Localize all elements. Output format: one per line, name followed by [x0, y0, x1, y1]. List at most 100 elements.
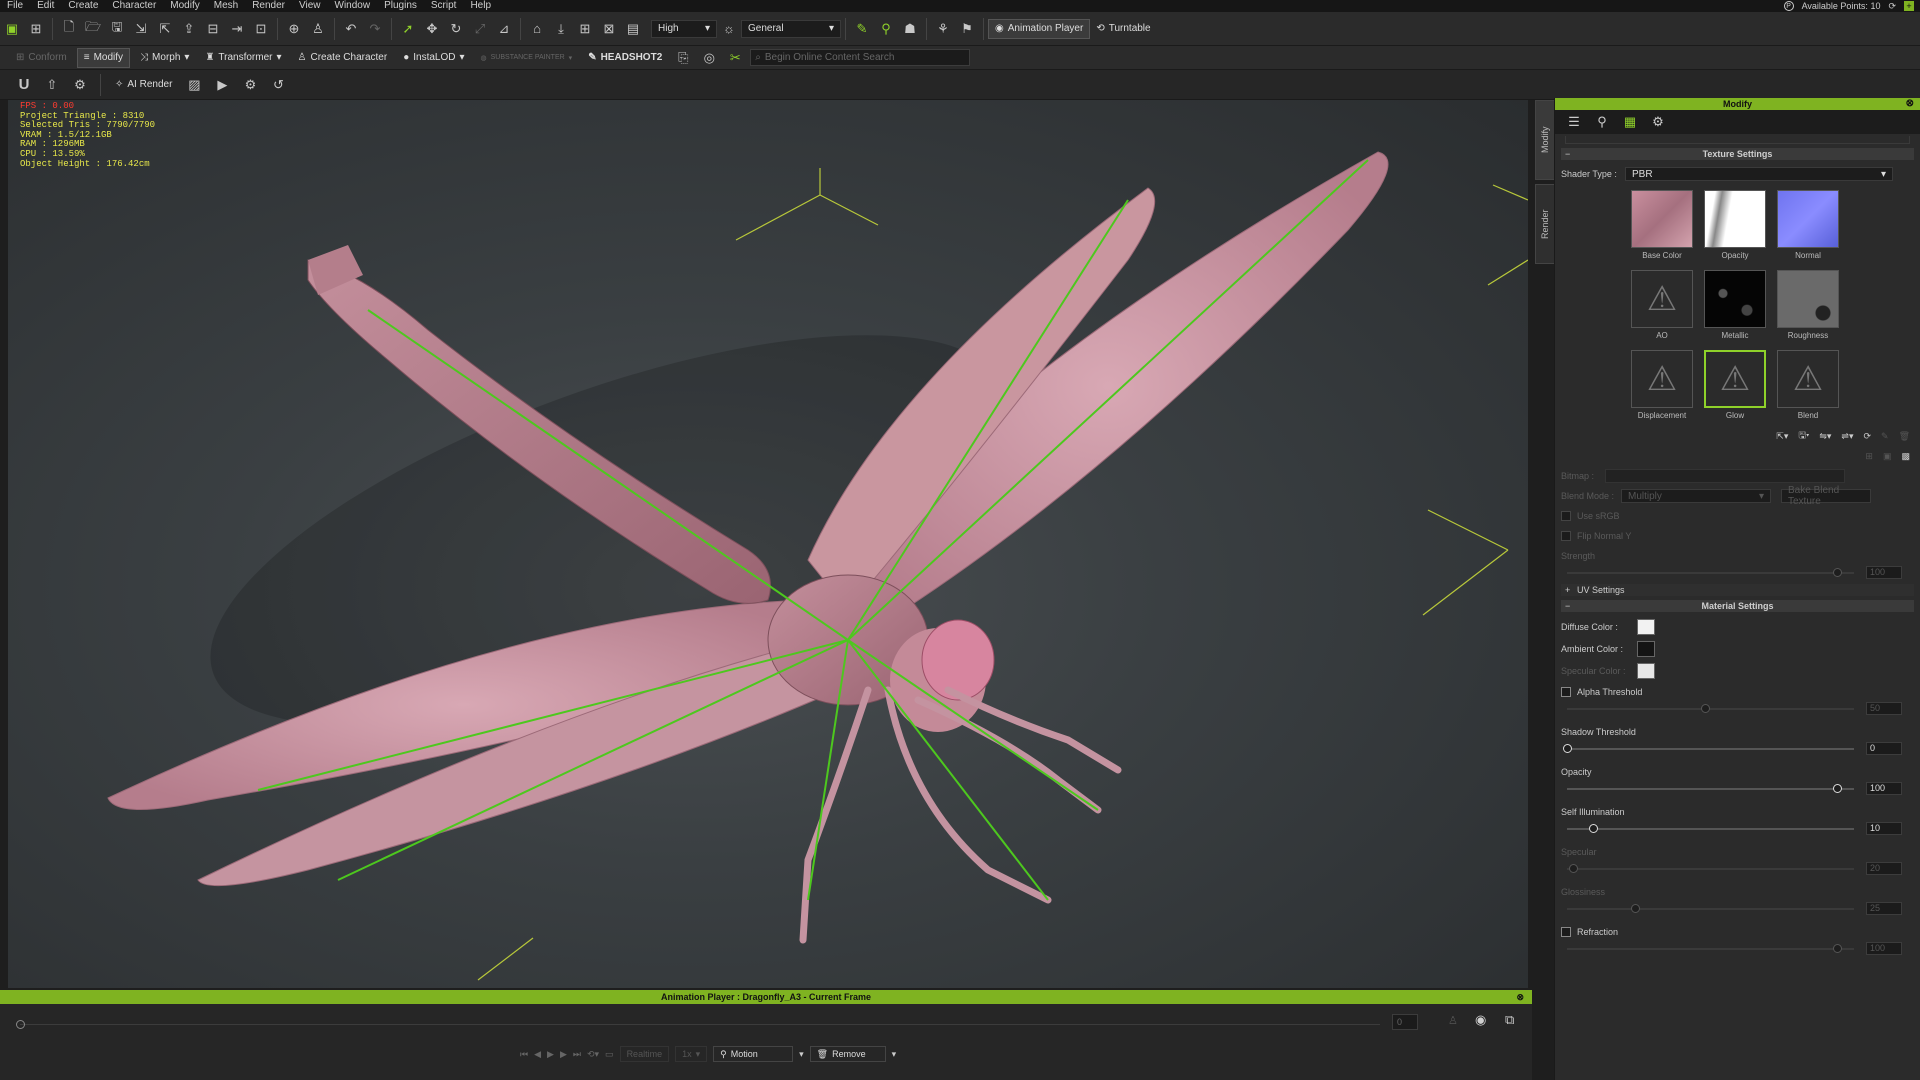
- speed-dropdown[interactable]: 1x ▾: [675, 1046, 708, 1062]
- step-back-icon[interactable]: ◀: [534, 1049, 541, 1060]
- delete-icon[interactable]: 🗑: [1899, 431, 1910, 442]
- bake-blend-button[interactable]: Bake Blend Texture: [1781, 485, 1871, 507]
- refresh-icon[interactable]: ⟳: [1888, 1, 1896, 12]
- history-icon[interactable]: ↺: [266, 73, 290, 97]
- tab-render[interactable]: Render: [1535, 184, 1555, 264]
- preview-icon[interactable]: ▣: [1883, 451, 1892, 462]
- skip-start-icon[interactable]: ⏮: [520, 1049, 528, 1060]
- image-icon[interactable]: ▨: [182, 73, 206, 97]
- menu-file[interactable]: File: [0, 0, 30, 12]
- use-srgb-checkbox[interactable]: [1561, 511, 1571, 521]
- instalod-button[interactable]: ● InstaLOD ▾: [397, 48, 470, 68]
- fit-icon[interactable]: ⊠: [597, 17, 621, 41]
- slider-knob[interactable]: [1833, 784, 1842, 793]
- texture-slot-ao[interactable]: ⚠ AO: [1631, 270, 1693, 340]
- share-icon[interactable]: ⇌▾: [1841, 431, 1853, 442]
- specular-slider[interactable]: 20: [1561, 862, 1914, 876]
- animation-player-button[interactable]: ◉ Animation Player: [988, 18, 1091, 39]
- diffuse-color-swatch[interactable]: [1637, 619, 1655, 635]
- undo-icon[interactable]: ↶: [339, 17, 363, 41]
- chevron-down-icon[interactable]: ▾: [892, 1049, 897, 1060]
- person-icon[interactable]: ♙: [1448, 1014, 1458, 1027]
- create-character-button[interactable]: ♙ Create Character: [292, 48, 394, 68]
- menu-window[interactable]: Window: [328, 0, 378, 12]
- send-icon[interactable]: ⇥: [225, 17, 249, 41]
- slider-knob[interactable]: [1631, 904, 1640, 913]
- edit-icon[interactable]: ✎: [1881, 431, 1889, 442]
- menu-character[interactable]: Character: [105, 0, 163, 12]
- specular-color-swatch[interactable]: [1637, 663, 1655, 679]
- timeline-track[interactable]: [20, 1024, 1380, 1025]
- menu-modify[interactable]: Modify: [163, 0, 206, 12]
- texture-slot-glow[interactable]: ⚠ Glow: [1704, 350, 1766, 420]
- clipboard-icon[interactable]: ⎘: [672, 46, 694, 70]
- menu-mesh[interactable]: Mesh: [207, 0, 245, 12]
- modify-button[interactable]: ≡ Modify: [76, 47, 131, 68]
- menu-view[interactable]: View: [292, 0, 328, 12]
- redo-icon[interactable]: ↷: [363, 17, 387, 41]
- shader-type-dropdown[interactable]: PBR ▾: [1625, 167, 1893, 181]
- rotate-icon[interactable]: ↻: [444, 17, 468, 41]
- import-icon[interactable]: ⇲: [129, 17, 153, 41]
- play-icon[interactable]: ▶: [547, 1049, 554, 1060]
- refraction-checkbox[interactable]: [1561, 927, 1571, 937]
- settings-icon[interactable]: ⚙: [68, 73, 92, 97]
- remove-button[interactable]: 🗑 Remove: [809, 1046, 886, 1062]
- headshot-button[interactable]: ✎ HEADSHOT2: [582, 48, 668, 68]
- grid-icon[interactable]: ⊞: [1865, 451, 1873, 462]
- self-illum-value[interactable]: 10: [1866, 822, 1902, 835]
- blend-mode-dropdown[interactable]: Multiply ▾: [1621, 489, 1771, 503]
- open-folder-icon[interactable]: 🗁: [81, 17, 105, 41]
- texture-slot-roughness[interactable]: Roughness: [1777, 270, 1839, 340]
- texture-slot-metallic[interactable]: Metallic: [1704, 270, 1766, 340]
- layout-icon[interactable]: ▤: [621, 17, 645, 41]
- skip-end-icon[interactable]: ⏭: [573, 1049, 581, 1060]
- slider-knob[interactable]: [1569, 864, 1578, 873]
- bitmap-field[interactable]: [1605, 469, 1845, 483]
- load-image-icon[interactable]: ⇱▾: [1776, 431, 1788, 442]
- content-search-input[interactable]: ⌕ Begin Online Content Search: [750, 49, 971, 66]
- substance-button[interactable]: ◍ SUBSTANCE PAINTER ▾: [475, 48, 579, 68]
- menu-script[interactable]: Script: [424, 0, 464, 12]
- checker-icon[interactable]: ▩: [1901, 451, 1910, 462]
- timeline-playhead[interactable]: [16, 1020, 25, 1029]
- export-icon[interactable]: ⇱: [153, 17, 177, 41]
- texture-settings-header[interactable]: − Texture Settings: [1561, 148, 1914, 160]
- move-icon[interactable]: ✥: [420, 17, 444, 41]
- texture-slot-base-color[interactable]: Base Color: [1631, 190, 1693, 260]
- quality-dropdown[interactable]: High ▾: [651, 19, 717, 38]
- slider-knob[interactable]: [1701, 704, 1710, 713]
- slider-knob[interactable]: [1833, 944, 1842, 953]
- tab-modify[interactable]: Modify: [1535, 100, 1555, 180]
- package-icon[interactable]: ⊟: [201, 17, 225, 41]
- pose-icon[interactable]: ⚲: [874, 17, 898, 41]
- available-points[interactable]: Available Points: 10: [1802, 1, 1881, 11]
- globe-icon[interactable]: ◎: [698, 46, 720, 70]
- dragonfly-model[interactable]: [8, 100, 1528, 988]
- gear-icon[interactable]: ⚙: [1647, 112, 1669, 132]
- loop-icon[interactable]: ⟲▾: [587, 1049, 599, 1060]
- crowd-icon[interactable]: ☗: [898, 17, 922, 41]
- glossiness-slider[interactable]: 25: [1561, 902, 1914, 916]
- ai-icon[interactable]: ⊞: [24, 17, 48, 41]
- frame-input[interactable]: 0: [1392, 1014, 1418, 1030]
- transformer-button[interactable]: ♜ Transformer ▾: [199, 48, 287, 68]
- person-icon[interactable]: ♙: [306, 17, 330, 41]
- screenshot-icon[interactable]: ⊡: [249, 17, 273, 41]
- texture-slot-displacement[interactable]: ⚠ Displacement: [1631, 350, 1693, 420]
- save-icon[interactable]: 🖫: [105, 17, 129, 41]
- add-points-icon[interactable]: +: [1904, 1, 1914, 11]
- texture-slot-opacity[interactable]: Opacity: [1704, 190, 1766, 260]
- morph-button[interactable]: ⤨ Morph ▾: [134, 48, 195, 68]
- texture-slot-normal[interactable]: Normal: [1777, 190, 1839, 260]
- turntable-button[interactable]: ⟲ Turntable: [1090, 19, 1156, 39]
- specular-value[interactable]: 20: [1866, 862, 1902, 875]
- video-icon[interactable]: ▶: [210, 73, 234, 97]
- shadow-threshold-slider[interactable]: 0: [1561, 742, 1914, 756]
- menu-edit[interactable]: Edit: [30, 0, 61, 12]
- close-icon[interactable]: ⊗: [1516, 990, 1524, 1004]
- refraction-value[interactable]: 100: [1866, 942, 1902, 955]
- zoom-icon[interactable]: ⊕: [282, 17, 306, 41]
- gear-icon[interactable]: ⚙: [238, 73, 262, 97]
- brush-icon[interactable]: ✎: [850, 17, 874, 41]
